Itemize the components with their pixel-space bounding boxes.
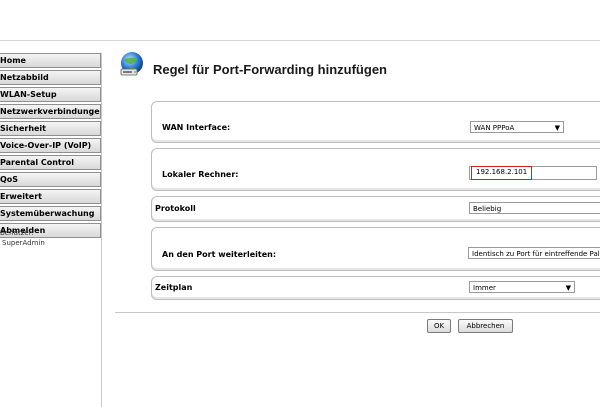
protocol-panel: Protokoll Beliebig <box>151 196 600 222</box>
sidebar-item-erweitert[interactable]: Erweitert <box>0 189 101 204</box>
forward-port-value: Identisch zu Port für eintreffende Pal <box>472 250 600 258</box>
chevron-down-icon: ▼ <box>554 124 560 132</box>
protocol-select[interactable]: Beliebig <box>469 202 600 214</box>
protocol-value: Beliebig <box>473 205 502 213</box>
local-host-input[interactable]: 192.168.2.101 <box>469 166 597 180</box>
user-info: Benutzer: SuperAdmin <box>0 228 45 248</box>
sidebar-item-netzwerkverbindungen[interactable]: Netzwerkverbindungen <box>0 104 101 119</box>
top-banner <box>0 0 600 41</box>
sidebar-item-netzabbild[interactable]: Netzabbild <box>0 70 101 85</box>
ok-button[interactable]: OK <box>427 319 451 333</box>
schedule-panel: Zeitplan Immer ▼ <box>151 276 600 300</box>
cancel-button[interactable]: Abbrechen <box>458 319 513 333</box>
sidebar-nav: Home Netzabbild WLAN-Setup Netzwerkverbi… <box>0 53 101 240</box>
wan-interface-label: WAN Interface: <box>162 123 231 132</box>
sidebar-item-sicherheit[interactable]: Sicherheit <box>0 121 101 136</box>
page-title: Regel für Port-Forwarding hinzufügen <box>153 62 387 77</box>
sidebar-item-systemueberwachung[interactable]: Systemüberwachung <box>0 206 101 221</box>
user-name: SuperAdmin <box>2 239 45 247</box>
sidebar-item-wlan-setup[interactable]: WLAN-Setup <box>0 87 101 102</box>
local-host-label: Lokaler Rechner: <box>162 170 239 179</box>
wan-interface-panel: WAN Interface: WAN PPPoA ▼ <box>151 101 600 143</box>
globe-network-icon <box>120 52 143 76</box>
schedule-value: Immer <box>473 284 496 292</box>
sidebar-item-home[interactable]: Home <box>0 53 101 68</box>
sidebar-item-voip[interactable]: Voice-Over-IP (VoIP) <box>0 138 101 153</box>
forward-port-select[interactable]: Identisch zu Port für eintreffende Pal <box>468 247 600 259</box>
forward-port-label: An den Port weiterleiten: <box>162 250 277 259</box>
user-label: Benutzer: <box>0 229 34 237</box>
schedule-select[interactable]: Immer ▼ <box>469 281 575 293</box>
wan-interface-value: WAN PPPoA <box>474 124 515 132</box>
wan-interface-select[interactable]: WAN PPPoA ▼ <box>470 121 564 133</box>
protocol-label: Protokoll <box>155 204 196 213</box>
sidebar-item-qos[interactable]: QoS <box>0 172 101 187</box>
local-host-value: 192.168.2.101 <box>471 166 533 180</box>
local-host-panel: Lokaler Rechner: 192.168.2.101 <box>151 148 600 191</box>
sidebar-item-parental-control[interactable]: Parental Control <box>0 155 101 170</box>
sidebar-divider <box>101 53 102 407</box>
schedule-label: Zeitplan <box>155 283 193 292</box>
form-divider <box>115 312 600 313</box>
chevron-down-icon: ▼ <box>565 284 571 292</box>
forward-port-panel: An den Port weiterleiten: Identisch zu P… <box>151 227 600 271</box>
